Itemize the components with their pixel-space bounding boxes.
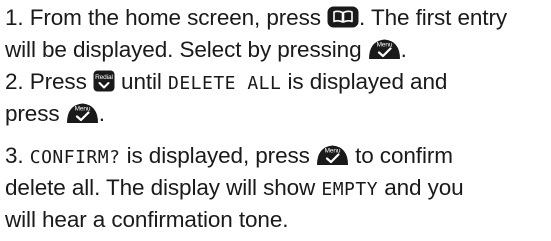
- step2-text-c: is displayed and: [287, 69, 448, 94]
- redial-label: Redial: [95, 74, 113, 81]
- step3-text-d: and you: [384, 175, 464, 200]
- step1-text-c: will be displayed. Select by pressing: [5, 37, 362, 62]
- step3-text-a: is displayed, press: [126, 143, 310, 168]
- menu-ok-icon: Menu: [66, 103, 98, 124]
- menu-ok-icon: Menu: [368, 39, 400, 60]
- phonebook-icon: [327, 6, 359, 28]
- code-delete-all: DELETE ALL: [167, 73, 282, 94]
- step3-line3: will hear a confirmation tone.: [5, 205, 289, 235]
- step1-text-b: . The first entry: [359, 5, 507, 30]
- instruction-document: 1. From the home screen, press . The fir…: [0, 0, 551, 241]
- step3-text-c: delete all. The display will show: [5, 175, 316, 200]
- menu-ok-icon: Menu: [316, 145, 348, 166]
- step2-text-d: press: [5, 101, 60, 126]
- redial-icon: Redial: [93, 70, 115, 92]
- step3-text-b: to confirm: [355, 143, 453, 168]
- step2-line1: 2. Press Redial until DELETE ALL is disp…: [5, 67, 447, 99]
- step3-line2: delete all. The display will show EMPTY …: [5, 173, 464, 205]
- code-empty: EMPTY: [321, 179, 379, 200]
- step3-text-e: will hear a confirmation tone.: [5, 207, 289, 232]
- code-confirm: CONFIRM?: [29, 147, 121, 168]
- step1-line2: will be displayed. Select by pressing Me…: [5, 35, 407, 65]
- step3-line1: 3. CONFIRM? is displayed, press Menu to …: [5, 141, 453, 173]
- step3-number: 3.: [5, 143, 24, 168]
- step2-line2: press Menu .: [5, 99, 105, 129]
- step1-line1: 1. From the home screen, press . The fir…: [5, 3, 507, 33]
- step1-text-d: .: [400, 37, 407, 62]
- step2-text-e: .: [98, 101, 105, 126]
- step1-text-a: 1. From the home screen, press: [5, 5, 321, 30]
- step2-text-a: 2. Press: [5, 69, 87, 94]
- step2-text-b: until: [121, 69, 162, 94]
